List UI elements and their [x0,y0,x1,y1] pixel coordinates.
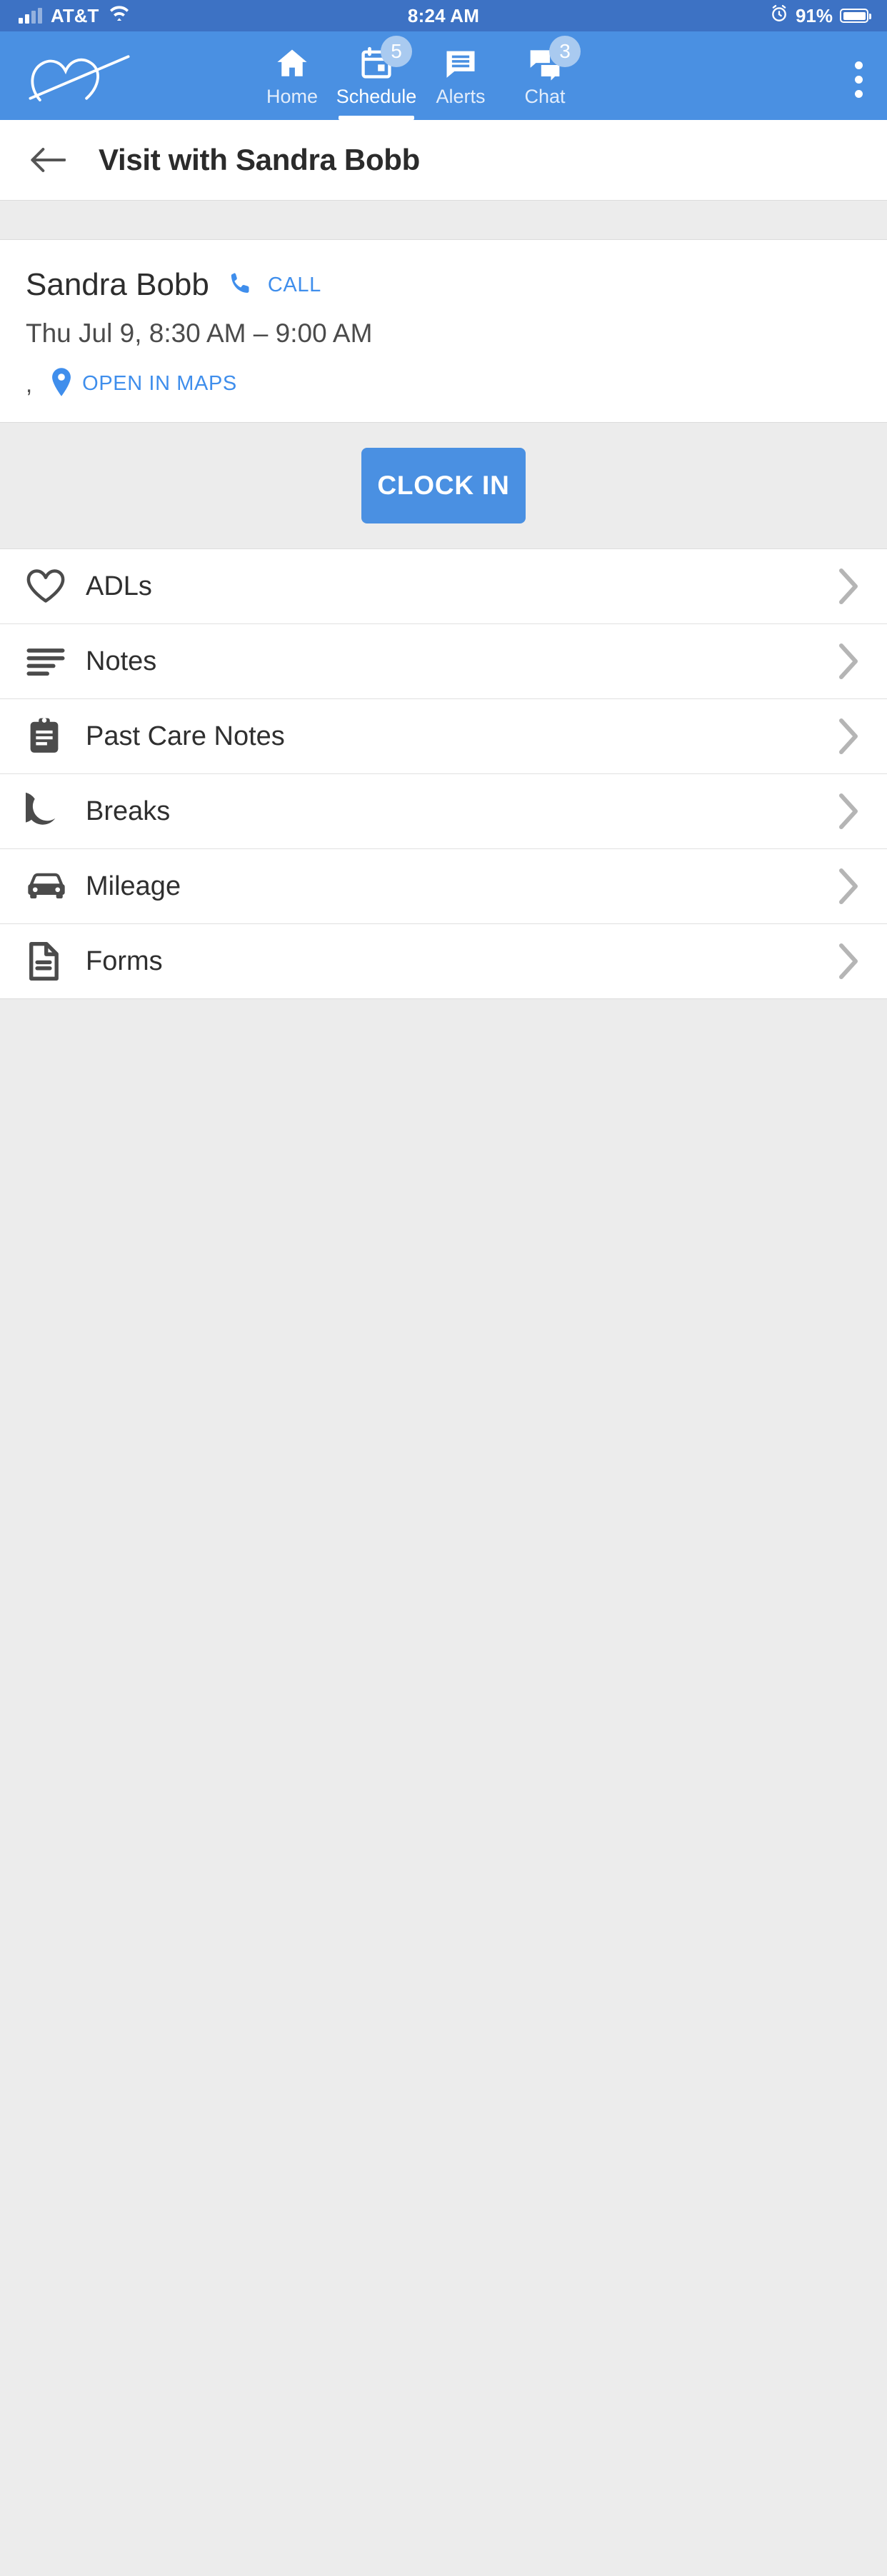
tab-home[interactable]: Home [250,31,334,120]
call-button[interactable]: CALL [226,269,321,301]
open-in-maps-button[interactable]: OPEN IN MAPS [49,367,237,401]
tab-schedule-underline [339,116,414,120]
open-in-maps-label: OPEN IN MAPS [82,372,237,395]
status-bar: AT&T 8:24 AM 91% [0,0,887,31]
map-pin-icon [49,367,74,401]
address-row: , OPEN IN MAPS [26,367,861,401]
app-logo[interactable] [0,31,171,120]
list-item-label: Past Care Notes [86,721,285,751]
tab-schedule[interactable]: 5 Schedule [334,31,419,120]
schedule-badge: 5 [381,36,412,67]
chevron-right-icon [834,943,863,980]
list-item-past-care-notes[interactable]: Past Care Notes [0,699,887,774]
tab-chat[interactable]: 3 Chat [503,31,587,120]
heart-logo-icon [21,42,150,110]
page-bottom-fill [0,999,887,2576]
list-item-breaks[interactable]: Breaks [0,774,887,849]
tab-schedule-label: Schedule [336,86,417,107]
app-nav-bar: Home 5 Schedule Alerts 3 Chat [0,31,887,120]
client-address: , [26,370,33,397]
battery-percent-label: 91% [795,4,833,26]
list-item-label: Forms [86,946,163,976]
home-icon [274,43,311,84]
car-icon [26,871,74,902]
section-spacer [0,200,887,240]
heart-outline-icon [26,568,74,605]
tab-home-label: Home [266,86,319,107]
list-item-label: Notes [86,646,157,676]
list-item-mileage[interactable]: Mileage [0,849,887,924]
moon-icon [26,792,74,831]
page-header: Visit with Sandra Bobb [0,120,887,200]
tab-chat-label: Chat [524,86,566,107]
page-title: Visit with Sandra Bobb [99,143,421,176]
list-item-label: ADLs [86,571,152,601]
tab-alerts[interactable]: Alerts [419,31,503,120]
visit-datetime: Thu Jul 9, 8:30 AM – 9:00 AM [26,319,373,348]
tab-alerts-label: Alerts [436,86,486,107]
client-row: Sandra Bobb CALL [26,267,861,303]
calendar-icon: 5 [358,36,412,84]
battery-icon [840,9,871,23]
clipboard-icon [26,716,74,756]
message-icon [442,43,479,84]
list-item-label: Breaks [86,796,171,826]
chat-badge: 3 [549,36,581,67]
phone-icon [226,269,255,301]
alarm-clock-icon [770,4,788,28]
visit-info-card: Sandra Bobb CALL Thu Jul 9, 8:30 AM – 9:… [0,240,887,422]
chevron-right-icon [834,793,863,830]
list-item-adls[interactable]: ADLs [0,549,887,624]
back-arrow-icon[interactable] [29,141,67,179]
list-item-label: Mileage [86,871,181,901]
chat-icon: 3 [526,36,581,84]
chevron-right-icon [834,868,863,905]
notes-lines-icon [26,644,74,678]
nav-tabs: Home 5 Schedule Alerts 3 Chat [250,31,587,120]
chevron-right-icon [834,643,863,680]
status-bar-time: 8:24 AM [407,4,480,26]
clock-in-button[interactable]: CLOCK IN [361,448,526,523]
clock-in-band: CLOCK IN [0,422,887,549]
client-name: Sandra Bobb [26,267,209,302]
visit-menu-list: ADLs Notes Past Care Notes Breaks Mileag… [0,549,887,999]
kebab-menu-icon[interactable] [855,61,863,98]
list-item-forms[interactable]: Forms [0,924,887,999]
status-bar-right: 91% [770,4,871,28]
chevron-right-icon [834,718,863,755]
call-label: CALL [267,273,321,296]
list-item-notes[interactable]: Notes [0,624,887,699]
chevron-right-icon [834,568,863,605]
document-icon [26,941,74,981]
